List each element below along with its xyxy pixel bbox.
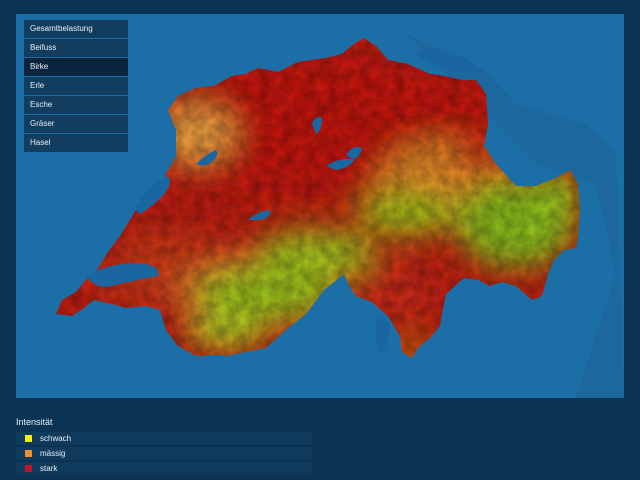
menu-item-erle[interactable]: Erle xyxy=(24,77,128,95)
legend-swatch-maessig xyxy=(25,450,32,457)
legend-row-stark: stark xyxy=(16,462,312,475)
legend-label-schwach: schwach xyxy=(40,434,72,443)
menu-item-esche[interactable]: Esche xyxy=(24,96,128,114)
menu-item-beifuss[interactable]: Beifuss xyxy=(24,39,128,57)
legend-label-maessig: mässig xyxy=(40,449,66,458)
legend-row-schwach: schwach xyxy=(16,432,312,445)
intensity-legend: Intensität schwach mässig stark xyxy=(16,414,316,475)
legend-label-stark: stark xyxy=(40,464,58,473)
menu-item-graeser[interactable]: Gräser xyxy=(24,115,128,133)
menu-item-hasel[interactable]: Hasel xyxy=(24,134,128,152)
pollen-type-menu: Gesamtbelastung Beifuss Birke Erle Esche… xyxy=(24,20,128,152)
legend-title: Intensität xyxy=(16,417,53,427)
menu-item-birke[interactable]: Birke xyxy=(24,58,128,76)
menu-item-gesamtbelastung[interactable]: Gesamtbelastung xyxy=(24,20,128,38)
legend-swatch-stark xyxy=(25,465,32,472)
legend-swatch-schwach xyxy=(25,435,32,442)
legend-row-maessig: mässig xyxy=(16,447,312,460)
